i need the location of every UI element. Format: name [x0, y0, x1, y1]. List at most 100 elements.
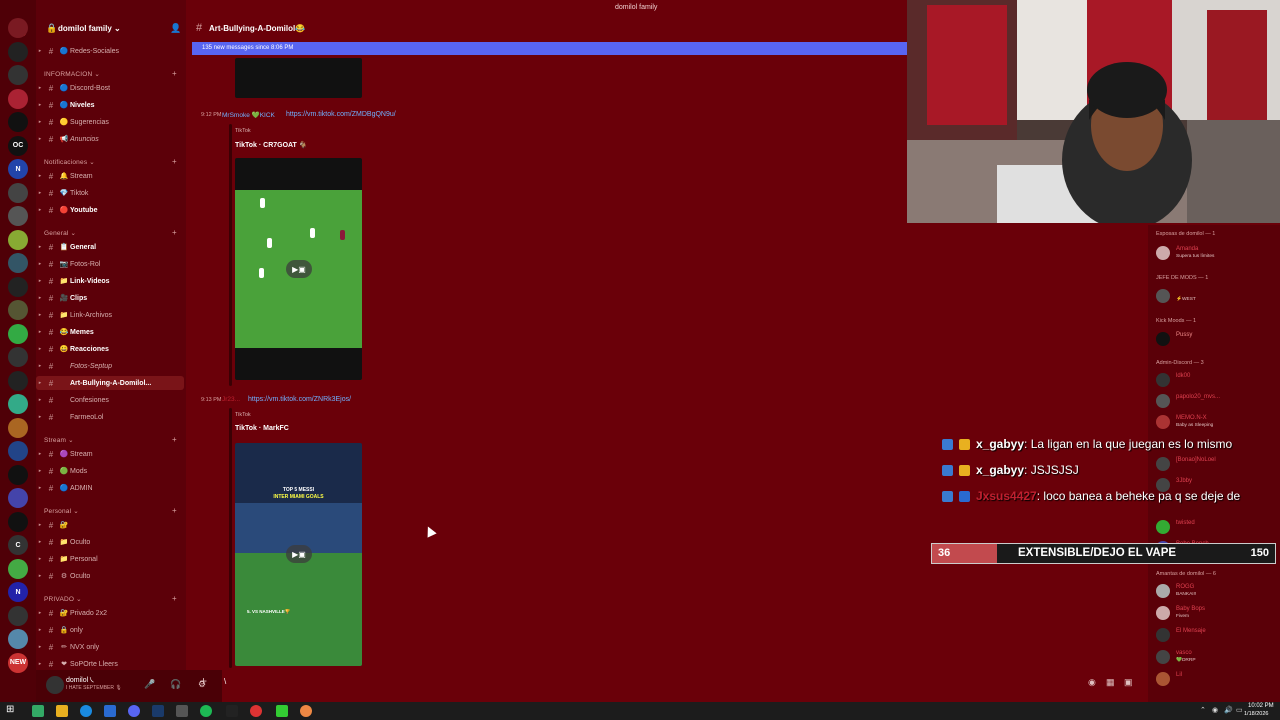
server-icon[interactable] — [8, 300, 28, 320]
gif-icon[interactable]: ▦ — [1106, 677, 1115, 688]
message-author[interactable]: Jr23... — [222, 396, 240, 403]
mute-icon[interactable]: 🎤 — [144, 679, 155, 690]
sticker-icon[interactable]: ▣ — [1124, 677, 1133, 688]
create-channel-icon[interactable]: + — [172, 157, 177, 166]
server-icon[interactable]: NEW — [8, 652, 28, 673]
channel-item[interactable]: ▸ # 🟡 Sugerencias — [36, 115, 184, 129]
member-item[interactable]: twisted — [1156, 519, 1280, 535]
channel-category[interactable]: Personal ⌄ — [44, 507, 79, 515]
server-icon[interactable]: C — [8, 535, 28, 555]
channel-category[interactable]: INFORMACION ⌄ — [44, 70, 100, 78]
server-icon[interactable] — [8, 276, 28, 297]
channel-item[interactable]: ▸ # Fotos-Septup — [36, 359, 184, 373]
channel-item[interactable]: ▸ # Confesiones — [36, 393, 184, 407]
kick-icon[interactable] — [276, 705, 288, 717]
server-header[interactable]: 🔒 domilol family ⌄ 👤 — [36, 0, 186, 40]
channel-category[interactable]: Stream ⌄ — [44, 436, 74, 444]
message-composer[interactable]: + \ ◉ ▦ ▣ — [192, 672, 1145, 692]
play-icon[interactable]: ▶▣ — [286, 260, 312, 278]
channel-item[interactable]: ▸ # 📷 Fotos-Rol — [36, 257, 184, 271]
server-icon[interactable] — [8, 511, 28, 532]
channel-item[interactable]: ▸ # 📢 Anuncios — [36, 132, 184, 146]
app-icon[interactable] — [226, 705, 238, 717]
channel-item[interactable]: ▸ # ❤ SoPOrte Lleers — [36, 657, 184, 671]
volume-icon[interactable]: 🔊 — [1224, 706, 1233, 714]
server-icon[interactable] — [8, 323, 28, 344]
channel-item[interactable]: ▸ # Art-Bullying-A-Domilol... — [36, 376, 184, 390]
spotify-icon[interactable] — [200, 705, 212, 717]
gift-icon[interactable]: ◉ — [1088, 677, 1096, 688]
message-link[interactable]: https://vm.tiktok.com/ZMDBgQN9u/ — [286, 111, 396, 118]
message-author[interactable]: MrSmoke 💚KICK — [222, 111, 275, 119]
member-item[interactable]: ldk00 — [1156, 372, 1280, 388]
server-icon[interactable] — [8, 182, 28, 203]
clock-time[interactable]: 10:02 PM — [1248, 703, 1274, 709]
server-icon[interactable] — [8, 41, 28, 62]
channel-item[interactable]: ▸ # 😂 Memes — [36, 325, 184, 339]
server-icon[interactable] — [8, 88, 28, 109]
create-channel-icon[interactable]: + — [172, 594, 177, 603]
member-item[interactable]: Baby Bops Fivem — [1156, 605, 1280, 621]
obs-icon[interactable] — [300, 705, 312, 717]
store-icon[interactable] — [104, 705, 116, 717]
message-link[interactable]: https://vm.tiktok.com/ZNRk3Ejos/ — [248, 396, 351, 403]
channel-item[interactable]: ▸ # 🔐 Privado 2x2 — [36, 606, 184, 620]
app-icon[interactable] — [176, 705, 188, 717]
channel-category[interactable]: PRIVADO ⌄ — [44, 595, 82, 603]
chrome-icon[interactable] — [250, 705, 262, 717]
server-icon[interactable] — [8, 347, 28, 367]
create-channel-icon[interactable]: + — [172, 228, 177, 237]
server-icon[interactable] — [8, 253, 28, 273]
server-icon[interactable] — [8, 629, 28, 649]
network-icon[interactable]: ◉ — [1212, 706, 1218, 714]
video-thumbnail[interactable]: ▶▣ — [235, 158, 362, 380]
channel-item[interactable]: ▸ # 🔒 only — [36, 623, 184, 637]
channel-item[interactable]: ▸ # ⚙ Oculto — [36, 569, 184, 583]
channel-item[interactable]: ▸ # 🎥 Clips — [36, 291, 184, 305]
deafen-icon[interactable]: 🎧 — [170, 679, 181, 690]
new-messages-bar[interactable]: 135 new messages since 8:06 PM — [192, 42, 907, 55]
clock-date[interactable]: 1/18/2026 — [1244, 711, 1268, 717]
channel-item[interactable]: ▸ # 🔵 Discord-Bost — [36, 81, 184, 95]
server-icon[interactable] — [8, 229, 28, 250]
member-item[interactable]: papolo20_mvs... — [1156, 393, 1280, 409]
add-member-icon[interactable]: 👤 — [170, 23, 181, 34]
avatar[interactable] — [46, 676, 64, 694]
server-name[interactable]: domilol family ⌄ — [58, 24, 121, 33]
server-icon[interactable]: OC — [8, 135, 28, 156]
add-attachment-icon[interactable]: + — [200, 674, 207, 688]
embed-title[interactable]: TikTok · CR7GOAT 🐐 — [235, 141, 308, 149]
server-icon[interactable]: N — [8, 582, 28, 602]
member-item[interactable]: Lil — [1156, 671, 1280, 687]
create-channel-icon[interactable]: + — [172, 506, 177, 515]
member-item[interactable]: Pussy — [1156, 331, 1280, 347]
channel-item[interactable]: ▸ # 📁 Link-Videos — [36, 274, 184, 288]
server-icon[interactable] — [8, 394, 28, 414]
embed-title[interactable]: TikTok · MarkFC — [235, 425, 289, 432]
server-icon[interactable]: 1 — [8, 18, 28, 38]
channel-item[interactable]: ▸ # 😀 Reacciones — [36, 342, 184, 356]
folder-icon[interactable] — [56, 705, 68, 717]
battery-icon[interactable]: ▭ — [1236, 706, 1243, 714]
windows-start-icon[interactable]: ⊞ — [6, 704, 18, 716]
member-item[interactable]: ROGG BANKAI!! — [1156, 583, 1280, 599]
member-item[interactable]: MEMO.N-X Baby as Sleeping — [1156, 414, 1280, 430]
server-icon[interactable] — [8, 65, 28, 85]
server-icon[interactable]: N — [8, 159, 28, 179]
video-thumbnail[interactable] — [235, 58, 362, 98]
edge-icon[interactable] — [80, 705, 92, 717]
channel-item[interactable]: ▸ # 🟢 Mods — [36, 464, 184, 478]
channel-item[interactable]: ▸ # ✏ NVX only — [36, 640, 184, 654]
channel-item[interactable]: ▸ # 📋 General — [36, 240, 184, 254]
server-icon[interactable] — [8, 558, 28, 579]
server-icon[interactable] — [8, 441, 28, 461]
create-channel-icon[interactable]: + — [172, 435, 177, 444]
member-item[interactable]: Amanda Supera tus límites — [1156, 245, 1280, 261]
member-item[interactable]: El Mensaje — [1156, 627, 1280, 643]
channel-item[interactable]: ▸ # 🔵 Redes-Sociales — [36, 44, 184, 58]
create-channel-icon[interactable]: + — [172, 69, 177, 78]
server-icon[interactable] — [8, 464, 28, 485]
channel-item[interactable]: ▸ # 🔔 Stream — [36, 169, 184, 183]
channel-item[interactable]: ▸ # 📁 Personal — [36, 552, 184, 566]
channel-item[interactable]: ▸ # FarmeoLol — [36, 410, 184, 424]
